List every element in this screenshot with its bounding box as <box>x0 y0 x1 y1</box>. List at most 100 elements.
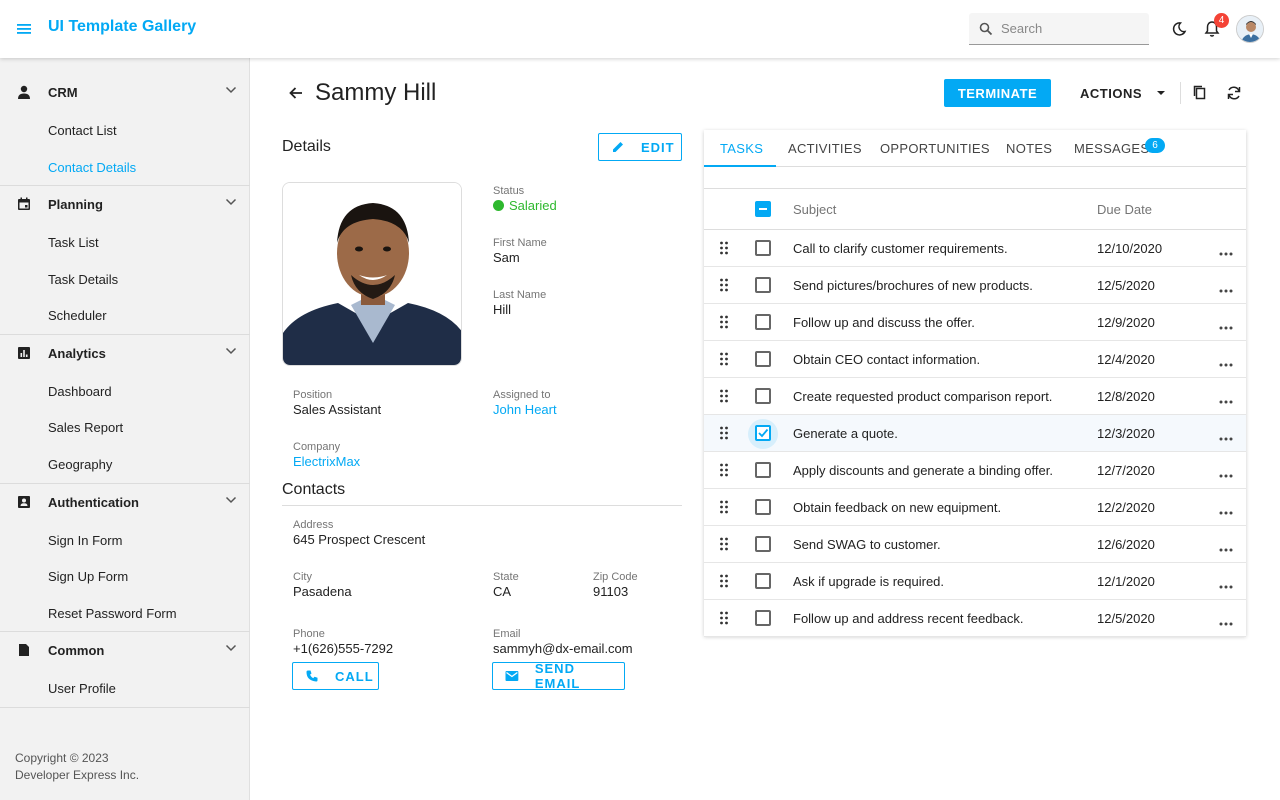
drag-handle-icon[interactable] <box>719 352 729 366</box>
drag-handle-icon[interactable] <box>719 611 729 625</box>
sidebar-item-reset-password-form[interactable]: Reset Password Form <box>48 606 177 621</box>
drag-handle-icon[interactable] <box>719 241 729 255</box>
more-options-icon[interactable] <box>1218 467 1234 478</box>
row-checkbox[interactable] <box>755 277 771 293</box>
row-checkbox[interactable] <box>755 610 771 626</box>
row-checkbox[interactable] <box>755 314 771 330</box>
more-options-icon[interactable] <box>1218 430 1234 441</box>
task-subject: Call to clarify customer requirements. <box>793 241 1008 256</box>
sidebar-item-user-profile[interactable]: User Profile <box>48 681 116 696</box>
more-options-icon[interactable] <box>1218 319 1234 330</box>
row-checkbox[interactable] <box>755 351 771 367</box>
sidebar-group-crm[interactable]: CRM <box>0 76 250 108</box>
tab-bar: TASKS ACTIVITIES OPPORTUNITIES NOTES MES… <box>704 130 1246 167</box>
column-header-subject[interactable]: Subject <box>793 202 836 217</box>
sidebar-item-contact-details[interactable]: Contact Details <box>48 160 136 175</box>
column-header-due-date[interactable]: Due Date <box>1097 202 1152 217</box>
sidebar-group-analytics[interactable]: Analytics <box>0 337 250 369</box>
table-row[interactable]: Obtain CEO contact information. 12/4/2020 <box>704 341 1246 378</box>
table-row[interactable]: Create requested product comparison repo… <box>704 378 1246 415</box>
user-avatar[interactable] <box>1236 15 1264 43</box>
sidebar-group-common[interactable]: Common <box>0 634 250 666</box>
email-label: Email <box>493 628 521 640</box>
edit-button[interactable]: EDIT <box>598 133 682 161</box>
row-checkbox[interactable] <box>755 240 771 256</box>
more-options-icon[interactable] <box>1218 282 1234 293</box>
send-email-button[interactable]: SEND EMAIL <box>492 661 625 691</box>
more-options-icon[interactable] <box>1218 615 1234 626</box>
app-title[interactable]: UI Template Gallery <box>48 18 196 36</box>
drag-handle-icon[interactable] <box>719 315 729 329</box>
envelope-icon <box>505 671 519 681</box>
tab-tasks[interactable]: TASKS <box>720 141 763 156</box>
row-checkbox[interactable] <box>755 573 771 589</box>
actions-dropdown-button[interactable]: ACTIONS <box>1070 79 1176 107</box>
sidebar-item-sign-in-form[interactable]: Sign In Form <box>48 533 122 548</box>
more-options-icon[interactable] <box>1218 541 1234 552</box>
table-row[interactable]: Follow up and address recent feedback. 12… <box>704 600 1246 637</box>
sidebar-group-label: Common <box>48 643 105 658</box>
select-all-checkbox[interactable] <box>755 201 771 217</box>
search-input[interactable] <box>1001 21 1141 36</box>
terminate-button[interactable]: TERMINATE <box>944 79 1051 107</box>
dark-mode-icon[interactable] <box>1167 17 1191 41</box>
sidebar-item-contact-list[interactable]: Contact List <box>48 123 117 138</box>
sidebar-item-task-list[interactable]: Task List <box>48 235 99 250</box>
table-row[interactable]: Generate a quote. 12/3/2020 <box>704 415 1246 452</box>
table-row[interactable]: Call to clarify customer requirements. 12… <box>704 230 1246 267</box>
row-checkbox[interactable] <box>755 499 771 515</box>
row-checkbox[interactable] <box>755 388 771 404</box>
drag-handle-icon[interactable] <box>719 278 729 292</box>
sidebar-item-dashboard[interactable]: Dashboard <box>48 384 112 399</box>
table-row[interactable]: Follow up and discuss the offer. 12/9/202… <box>704 304 1246 341</box>
assigned-to-link[interactable]: John Heart <box>493 402 557 417</box>
drag-handle-icon[interactable] <box>719 537 729 551</box>
back-arrow-icon[interactable] <box>286 83 306 103</box>
sidebar-item-sign-up-form[interactable]: Sign Up Form <box>48 569 128 584</box>
sidebar-item-geography[interactable]: Geography <box>48 457 112 472</box>
table-row[interactable]: Send pictures/brochures of new products.… <box>704 267 1246 304</box>
table-row[interactable]: Send SWAG to customer. 12/6/2020 <box>704 526 1246 563</box>
more-options-icon[interactable] <box>1218 504 1234 515</box>
table-row[interactable]: Obtain feedback on new equipment. 12/2/20… <box>704 489 1246 526</box>
drag-handle-icon[interactable] <box>719 426 729 440</box>
more-options-icon[interactable] <box>1218 578 1234 589</box>
calendar-icon <box>18 197 30 210</box>
task-due-date: 12/2/2020 <box>1097 500 1155 515</box>
phone-icon <box>306 670 318 682</box>
drag-handle-icon[interactable] <box>719 389 729 403</box>
row-checkbox[interactable] <box>755 536 771 552</box>
sidebar-item-sales-report[interactable]: Sales Report <box>48 420 123 435</box>
sidebar-group-planning[interactable]: Planning <box>0 188 250 220</box>
call-button[interactable]: CALL <box>292 662 379 690</box>
more-options-icon[interactable] <box>1218 393 1234 404</box>
drag-handle-icon[interactable] <box>719 463 729 477</box>
refresh-icon[interactable] <box>1224 83 1244 103</box>
menu-icon[interactable] <box>14 19 34 39</box>
search-box[interactable] <box>969 13 1149 45</box>
task-due-date: 12/10/2020 <box>1097 241 1163 256</box>
task-due-date: 12/5/2020 <box>1097 278 1155 293</box>
drag-handle-icon[interactable] <box>719 500 729 514</box>
tab-messages[interactable]: MESSAGES <box>1074 141 1149 156</box>
chevron-down-icon <box>225 644 237 652</box>
more-options-icon[interactable] <box>1218 245 1234 256</box>
drag-handle-icon[interactable] <box>719 574 729 588</box>
tab-opportunities[interactable]: OPPORTUNITIES <box>880 141 990 156</box>
toolbar-separator <box>1180 82 1181 104</box>
row-checkbox[interactable] <box>755 425 771 441</box>
tasks-grid-header: Subject Due Date <box>704 188 1246 230</box>
table-row[interactable]: Apply discounts and generate a binding o… <box>704 452 1246 489</box>
table-row[interactable]: Ask if upgrade is required. 12/1/2020 <box>704 563 1246 600</box>
city-value: Pasadena <box>293 584 352 599</box>
copy-icon[interactable] <box>1190 83 1210 103</box>
sidebar-item-task-details[interactable]: Task Details <box>48 272 118 287</box>
sidebar-item-scheduler[interactable]: Scheduler <box>48 308 107 323</box>
task-due-date: 12/9/2020 <box>1097 315 1155 330</box>
sidebar-group-authentication[interactable]: Authentication <box>0 486 250 518</box>
row-checkbox[interactable] <box>755 462 771 478</box>
company-link[interactable]: ElectrixMax <box>293 454 360 469</box>
more-options-icon[interactable] <box>1218 356 1234 367</box>
tab-activities[interactable]: ACTIVITIES <box>788 141 862 156</box>
tab-notes[interactable]: NOTES <box>1006 141 1052 156</box>
